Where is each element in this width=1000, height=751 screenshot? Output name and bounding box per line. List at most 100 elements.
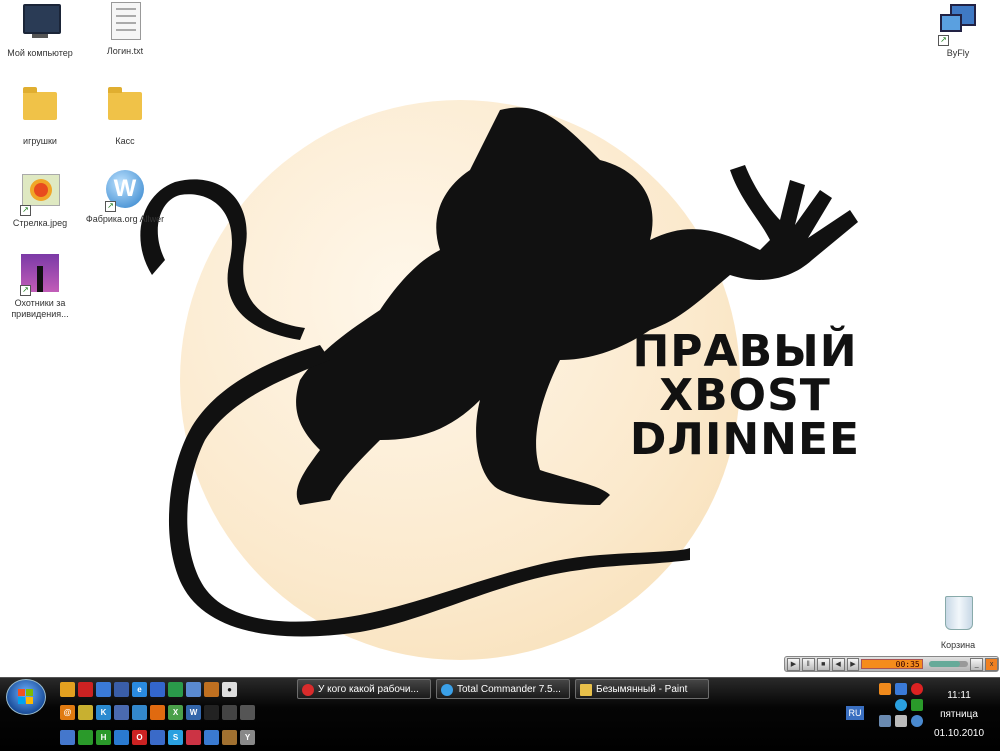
media-time-display: 00:35 [861,659,923,669]
folder-icon [105,87,145,132]
shortcut-arrow-icon: ↗ [938,35,949,46]
network-connection-icon: ↗ [938,4,978,46]
shortcut-arrow-icon: ↗ [20,285,31,296]
clock-date: 01.10.2010 [933,728,985,739]
close-icon[interactable]: x [985,657,999,671]
windows-logo-icon [18,689,34,705]
soccer-ball-icon[interactable]: ● [222,682,237,697]
network-icon[interactable] [96,682,111,697]
minimize-icon[interactable]: _ [970,657,984,671]
aimp-tray-icon[interactable] [879,683,891,695]
opera-icon[interactable]: O [132,730,147,745]
firefox-icon[interactable] [150,705,165,720]
media-player-widget: ▶ ‖ ■ ◀ ▶ 00:35 _ x [784,656,999,672]
text-document-icon [105,2,145,42]
paint-icon [580,684,592,696]
excel-icon[interactable]: X [168,705,183,720]
icon-label: игрушки [23,136,57,146]
shortcut-arrow-icon: ↗ [105,201,116,212]
kacc-folder-icon-item[interactable]: Касс [85,84,165,147]
people-icon[interactable] [132,705,147,720]
games-folder-icon-item[interactable]: игрушки [0,84,80,147]
clock-day: пятница [940,709,978,720]
arrow-icon[interactable] [114,730,129,745]
icon-label: Мой компьютер [7,48,73,58]
save-disk-icon[interactable] [114,682,129,697]
clock[interactable]: 11:11 пятница 01.10.2010 [922,686,996,743]
taskbar-window-total-commander[interactable]: Total Commander 7.5... [436,679,570,699]
icq-icon[interactable] [78,730,93,745]
opera-icon [302,684,314,696]
fabrika-shortcut-icon-item[interactable]: W ↗ Фабрика.org Allwer [85,170,165,225]
volume-level [928,661,961,667]
folder-icon [20,87,60,132]
media-icon[interactable] [186,682,201,697]
login-txt-icon-item[interactable]: Логин.txt [85,2,165,57]
wallpaper-line-2: XBOST [659,370,831,421]
app-k-icon[interactable]: K [96,705,111,720]
norton-icon[interactable] [78,705,93,720]
spreadsheet-icon[interactable] [168,682,183,697]
monitor-icon [20,4,61,44]
language-indicator[interactable]: RU [846,706,864,720]
previous-icon[interactable]: ◀ [831,657,845,671]
icon-label: Охотники за привидения... [11,298,69,319]
wallpaper-line-1: ПРАВЫЙ [632,326,858,377]
icon-label: Корзина [940,640,976,650]
start-button[interactable] [6,679,46,715]
quick-launch-row-3: H O S Y [60,730,255,745]
umbrella-icon[interactable] [240,705,255,720]
flower-jpeg-icon-item[interactable]: ↗ Стрелка.jpeg [0,170,80,229]
tool-icon[interactable] [114,705,129,720]
app-icon[interactable] [60,730,75,745]
total-commander-icon [441,684,453,696]
internet-explorer-icon[interactable]: e [132,682,147,697]
my-computer-icon-item[interactable]: Мой компьютер [0,2,80,59]
taskbar: e ● @ K X W H O S Y У кого какой рабочи.… [0,677,1000,751]
desktop: ПРАВЫЙ XBOST DЛINNEE Мой компьютер Логин… [0,0,1000,677]
app-y-icon[interactable]: Y [240,730,255,745]
icon-label: ByFly [946,48,970,58]
window-tray-icon[interactable] [895,683,907,695]
stop-icon[interactable]: ■ [816,657,830,671]
calendar-icon[interactable] [150,682,165,697]
wallpaper-text: ПРАВЫЙ XBOST DЛINNEE [595,330,895,462]
app-h-icon[interactable]: H [96,730,111,745]
icon-label: Логин.txt [106,46,144,56]
mail-agent-icon[interactable]: @ [60,705,75,720]
image-file-icon: ↗ [20,174,60,216]
window-icon[interactable] [150,730,165,745]
byfly-icon-item[interactable]: ↗ ByFly [918,2,998,59]
bug-icon[interactable] [204,705,219,720]
icon-label: Фабрика.org Allwer [85,214,165,224]
volume-slider[interactable] [928,661,969,667]
next-icon[interactable]: ▶ [846,657,860,671]
tools-icon[interactable] [222,730,237,745]
skype-icon[interactable]: S [168,730,183,745]
clock-time: 11:11 [947,690,971,701]
volume-tray-icon[interactable] [895,715,907,727]
play-icon[interactable]: ▶ [787,657,800,671]
pause-icon[interactable]: ‖ [801,657,815,671]
taskbar-window-opera[interactable]: У кого какой рабочи... [297,679,431,699]
taskbar-window-paint[interactable]: Безымянный - Paint [575,679,709,699]
wallpaper-line-3: DЛINNEE [629,414,861,465]
antivirus-icon[interactable] [78,682,93,697]
ghost-hunters-icon-item[interactable]: ↗ Охотники за привидения... [0,254,80,320]
word-icon[interactable]: W [186,705,201,720]
aimp-icon[interactable] [60,682,75,697]
icon-label: Стрелка.jpeg [12,218,68,228]
recycle-bin-icon-item[interactable]: Корзина [918,592,998,651]
quick-launch-row-1: e ● [60,682,237,697]
taskbar-window-label: У кого какой рабочи... [318,684,419,695]
app-blue-icon[interactable] [204,730,219,745]
app-red-icon[interactable] [186,730,201,745]
w-app-icon: W ↗ [105,170,145,212]
movie-icon[interactable] [222,705,237,720]
network-tray-icon[interactable] [879,715,891,727]
quick-launch-row-2: @ K X W [60,705,255,720]
taskbar-window-label: Безымянный - Paint [596,684,688,695]
game-icon[interactable] [204,682,219,697]
shortcut-arrow-icon: ↗ [20,205,31,216]
skype-tray-icon[interactable] [895,699,907,711]
